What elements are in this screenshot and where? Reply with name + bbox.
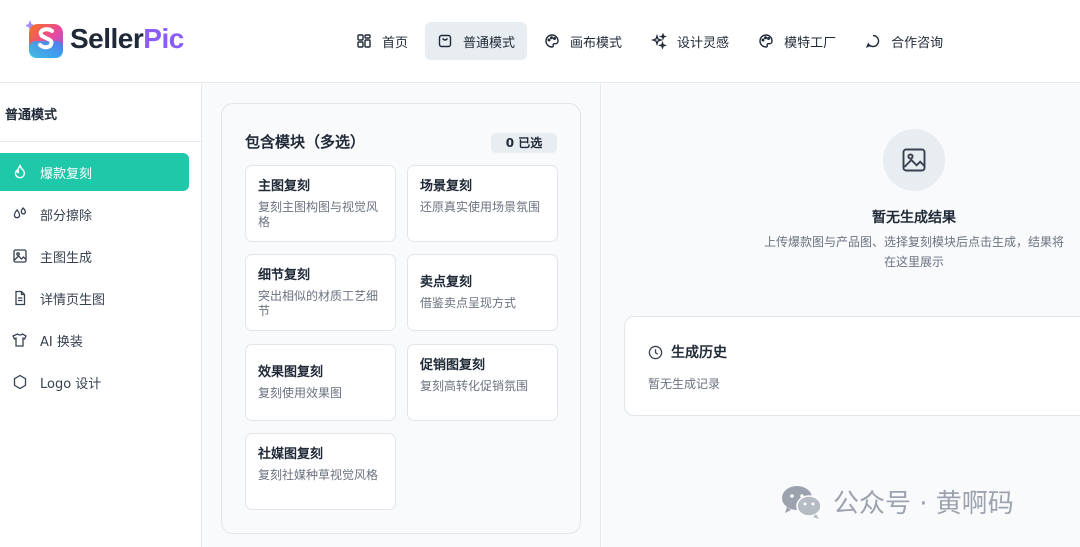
flame-icon (14, 164, 26, 179)
nav-cooperation-label: 合作咨询 (891, 35, 944, 51)
module-option-title: 场景复刻 (420, 179, 473, 194)
empty-result-desc: 上传爆款图与产品图、选择复刻模块后点击生成，结果将在这里展示 (763, 235, 1064, 269)
droplets-icon (13, 207, 26, 219)
wechat-watermark: 公众号 · 黄啊码 (781, 483, 1014, 520)
sidebar-item-label: Logo 设计 (40, 376, 102, 392)
sidebar-item-label: AI 换装 (40, 334, 83, 350)
bag-icon (438, 34, 452, 48)
logo-seller-text: Seller (70, 23, 144, 54)
module-title: 包含模块（多选） (245, 133, 366, 151)
nav-canvas-mode-label: 画布模式 (570, 35, 623, 51)
empty-result-badge (883, 129, 945, 191)
module-option-title: 促销图复刻 (420, 358, 486, 373)
module-option[interactable]: 社媒图复刻 复刻社媒种草视觉风格 (245, 433, 396, 510)
nav-normal-mode-label: 普通模式 (463, 35, 516, 51)
image-icon (902, 148, 926, 172)
sidebar-item-ai-outfit[interactable]: AI 换装 (0, 321, 189, 359)
module-option[interactable]: 效果图复刻 复刻使用效果图 (245, 344, 396, 421)
chat-icon (865, 34, 880, 48)
module-option-desc: 复刻高转化促销氛围 (420, 379, 529, 393)
sparkles-icon (651, 33, 668, 49)
module-option-title: 社媒图复刻 (258, 447, 324, 462)
module-option[interactable]: 卖点复刻 借鉴卖点呈现方式 (407, 254, 558, 331)
sidebar-item-partial-erase[interactable]: 部分擦除 (0, 195, 189, 233)
hexagon-icon (13, 374, 27, 390)
nav-cooperation[interactable]: 合作咨询 (853, 22, 955, 60)
nav-canvas-mode[interactable]: 画布模式 (532, 22, 634, 60)
sidebar-item-main-image[interactable]: 主图生成 (0, 237, 189, 275)
logo-wordmark: SellerPic (70, 23, 184, 55)
nav-model-factory[interactable]: 模特工厂 (746, 22, 848, 60)
palette-icon (759, 34, 773, 48)
sidebar-item-label: 详情页生图 (40, 292, 106, 308)
sidebar: 普通模式 爆款复刻 部分擦除 主图生成 详情页生图 AI 换装 Logo 设计 (0, 84, 202, 547)
sidebar-item-label: 部分擦除 (40, 208, 93, 224)
module-option-title: 卖点复刻 (420, 275, 473, 290)
module-option-desc: 突出相似的材质工艺细节 (258, 289, 379, 318)
nav-model-factory-label: 模特工厂 (784, 35, 837, 51)
wechat-icon (782, 485, 822, 519)
image-icon (13, 249, 27, 263)
module-option[interactable]: 促销图复刻 复刻高转化促销氛围 (407, 344, 558, 421)
palette-icon (545, 34, 559, 48)
main-nav: 首页 普通模式 画布模式 设计灵感 模特工厂 合作咨询 (344, 22, 960, 60)
sidebar-item-label: 主图生成 (40, 250, 93, 266)
module-option-desc: 复刻社媒种草视觉风格 (258, 468, 379, 482)
empty-result-title: 暂无生成结果 (872, 210, 956, 226)
sidebar-item-logo-design[interactable]: Logo 设计 (0, 363, 189, 401)
sidebar-item-label: 爆款复刻 (40, 166, 93, 182)
sellerpic-logo[interactable]: SellerPic (24, 16, 184, 62)
watermark-text: 公众号 · 黄啊码 (833, 489, 1014, 519)
logo-icon (24, 16, 66, 62)
home-icon (357, 34, 371, 48)
history-card (624, 316, 1080, 416)
module-option-desc: 复刻主图构图与视觉风格 (258, 200, 379, 229)
module-option-desc: 借鉴卖点呈现方式 (420, 296, 517, 310)
sidebar-divider (0, 141, 201, 142)
module-option[interactable]: 主图复刻 复刻主图构图与视觉风格 (245, 165, 396, 242)
nav-home[interactable]: 首页 (344, 22, 420, 60)
sidebar-item-detail-page[interactable]: 详情页生图 (0, 279, 189, 317)
module-option-desc: 还原真实使用场景氛围 (420, 200, 541, 214)
selected-count-badge: 0 已选 (491, 133, 557, 153)
nav-design-inspiration[interactable]: 设计灵感 (639, 22, 741, 60)
shirt-icon (12, 333, 27, 347)
history-title: 生成历史 (648, 342, 727, 362)
module-option[interactable]: 细节复刻 突出相似的材质工艺细节 (245, 254, 396, 331)
sidebar-title: 普通模式 (5, 108, 58, 123)
module-option[interactable]: 场景复刻 还原真实使用场景氛围 (407, 165, 558, 242)
nav-home-label: 首页 (382, 35, 409, 51)
nav-design-inspiration-label: 设计灵感 (677, 35, 730, 51)
module-option-title: 效果图复刻 (258, 365, 324, 380)
nav-normal-mode[interactable]: 普通模式 (425, 22, 528, 60)
module-option-title: 细节复刻 (258, 268, 311, 283)
sidebar-item-hot-replicate[interactable]: 爆款复刻 (0, 153, 189, 191)
history-title-label: 生成历史 (671, 345, 727, 361)
history-empty-text: 暂无生成记录 (648, 377, 721, 391)
module-option-title: 主图复刻 (258, 179, 311, 194)
document-icon (15, 290, 26, 306)
logo-pic-text: Pic (143, 23, 184, 54)
top-header: SellerPic 首页 普通模式 画布模式 设计灵感 模特工厂 合作咨询 (0, 0, 1080, 83)
module-option-desc: 复刻使用效果图 (258, 386, 343, 400)
clock-icon (648, 345, 663, 359)
